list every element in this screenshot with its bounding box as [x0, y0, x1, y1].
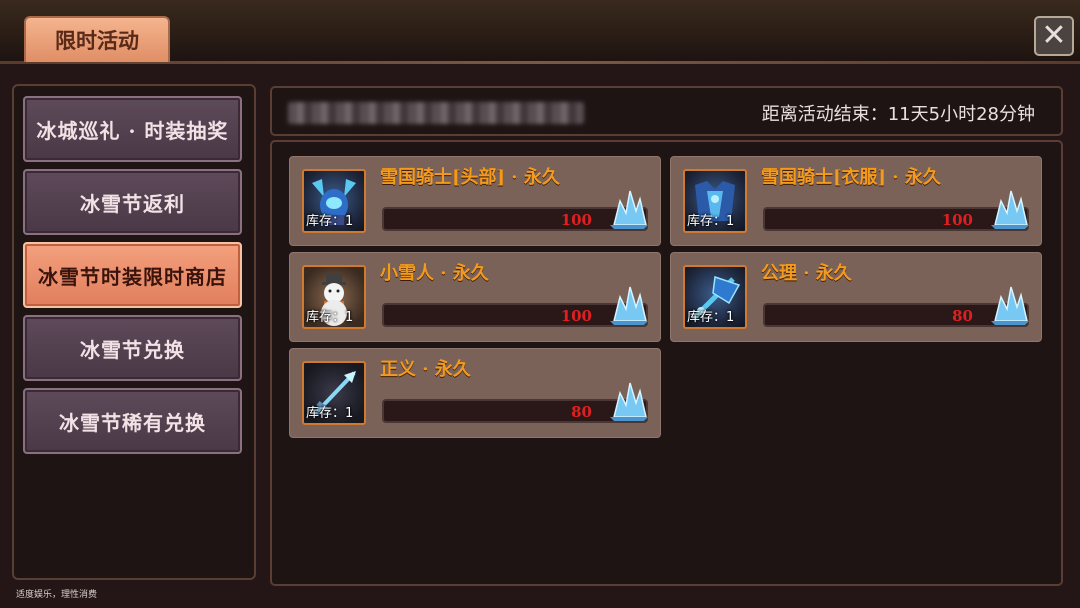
shop-panel: 库存：1 雪国骑士[头部] · 永久 100 库存：1 雪国骑士[衣服] · 永…: [270, 140, 1063, 586]
ice-crystal-icon: [991, 286, 1029, 325]
ice-crystal-icon: [610, 286, 648, 325]
justice-sword-icon: 库存：1: [302, 361, 366, 425]
knight-armor-icon: 库存：1: [683, 169, 747, 233]
item-name: 雪国骑士[头部] · 永久: [380, 167, 560, 188]
stock-label: 库存：1: [687, 310, 735, 325]
item-name: 正义 · 永久: [380, 359, 471, 380]
item-price: 100: [941, 211, 973, 229]
knight-helmet-icon: 库存：1: [302, 169, 366, 233]
close-icon: ✕: [1041, 18, 1067, 53]
axiom-weapon-icon: 库存：1: [683, 265, 747, 329]
activity-header: 距离活动结束：11天5小时28分钟: [270, 86, 1063, 136]
close-button[interactable]: ✕: [1034, 16, 1074, 56]
shop-item-card[interactable]: 库存：1 雪国骑士[衣服] · 永久 100: [670, 156, 1042, 246]
shop-item-card[interactable]: 库存：1 雪国骑士[头部] · 永久 100: [289, 156, 661, 246]
stock-label: 库存：1: [306, 406, 354, 421]
shop-item-card[interactable]: 库存：1 小雪人 · 永久 100: [289, 252, 661, 342]
ice-crystal-icon: [610, 190, 648, 229]
sidebar-item-ice-city-tour[interactable]: 冰城巡礼 · 时装抽奖: [23, 96, 242, 162]
footer-note: 适度娱乐，理性消费: [16, 590, 98, 600]
ice-crystal-icon: [610, 382, 648, 421]
sidebar-item-rebate[interactable]: 冰雪节返利: [23, 169, 242, 235]
item-name: 公理 · 永久: [761, 263, 852, 284]
item-name: 小雪人 · 永久: [380, 263, 489, 284]
sidebar-item-rare-exchange[interactable]: 冰雪节稀有兑换: [23, 388, 242, 454]
item-price: 100: [560, 211, 592, 229]
item-price: 80: [952, 307, 973, 325]
ice-crystal-icon: [991, 190, 1029, 229]
title-tab[interactable]: 限时活动: [24, 16, 170, 62]
blurred-description: [288, 102, 584, 124]
stock-label: 库存：1: [687, 214, 735, 229]
stock-label: 库存：1: [306, 310, 354, 325]
shop-item-card[interactable]: 库存：1 正义 · 永久 80: [289, 348, 661, 438]
snowman-icon: 库存：1: [302, 265, 366, 329]
sidebar-item-fashion-shop[interactable]: 冰雪节时装限时商店: [23, 242, 242, 308]
item-name: 雪国骑士[衣服] · 永久: [761, 167, 941, 188]
item-price: 100: [560, 307, 592, 325]
stock-label: 库存：1: [306, 214, 354, 229]
item-price: 80: [571, 403, 592, 421]
shop-item-card[interactable]: 库存：1 公理 · 永久 80: [670, 252, 1042, 342]
countdown-timer: 距离活动结束：11天5小时28分钟: [761, 104, 1035, 125]
sidebar-item-exchange[interactable]: 冰雪节兑换: [23, 315, 242, 381]
